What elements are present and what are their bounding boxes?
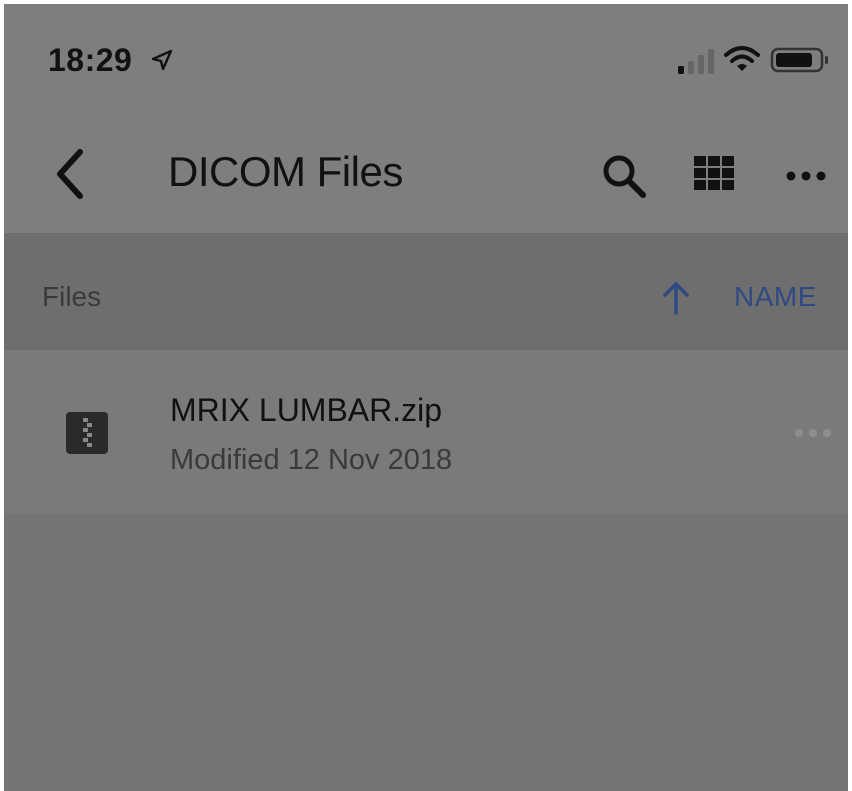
grid-view-icon[interactable] — [694, 156, 734, 190]
section-label: Files — [42, 281, 102, 312]
location-arrow-icon — [151, 49, 173, 71]
arrow-up-icon[interactable] — [660, 281, 692, 315]
navigation-bar: DICOM Files — [4, 114, 848, 233]
search-icon[interactable] — [600, 152, 648, 200]
zip-file-icon — [66, 412, 108, 454]
file-name: MRIX LUMBAR.zip — [170, 392, 443, 428]
more-icon[interactable] — [785, 170, 827, 182]
list-item[interactable]: MRIX LUMBAR.zip Modified 12 Nov 2018 — [4, 350, 848, 514]
battery-icon — [770, 47, 828, 73]
signal-icon — [678, 49, 714, 74]
empty-list-area — [4, 514, 848, 791]
files-section-header: Files NAME — [4, 233, 848, 350]
status-bar: 18:29 — [4, 4, 848, 114]
page-title: DICOM Files — [168, 148, 403, 195]
sort-by-name-button[interactable]: NAME — [734, 281, 817, 313]
wifi-icon — [724, 46, 760, 71]
row-more-icon[interactable] — [794, 428, 832, 438]
file-modified-date: Modified 12 Nov 2018 — [170, 444, 453, 476]
app-screen: 18:29 DICOM Files Files NAME MRIX LUMBAR… — [4, 4, 848, 791]
back-icon[interactable] — [52, 148, 86, 200]
status-time: 18:29 — [48, 42, 133, 78]
